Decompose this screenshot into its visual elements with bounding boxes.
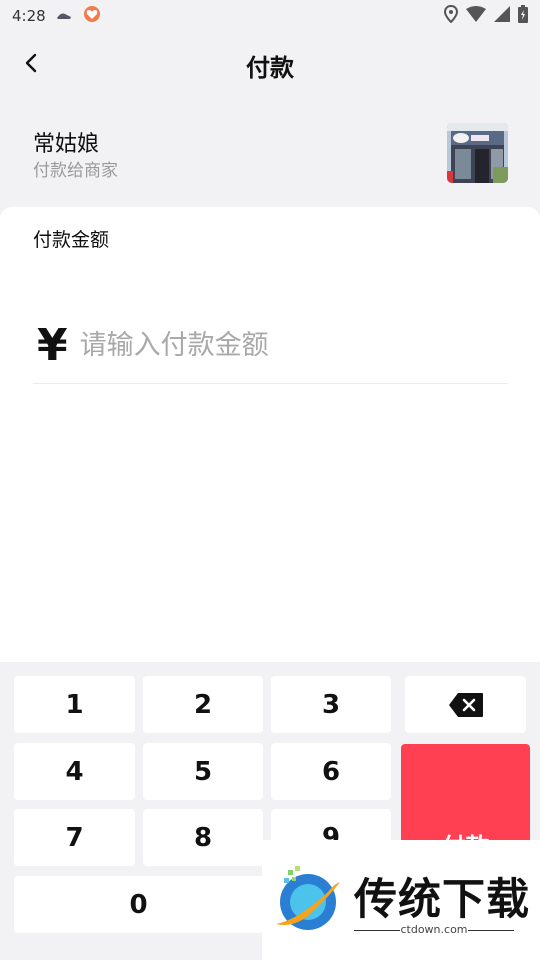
status-bar: 4:28 xyxy=(0,0,540,32)
status-right xyxy=(443,4,528,27)
status-time: 4:28 xyxy=(12,7,46,25)
currency-symbol: ¥ xyxy=(37,319,68,371)
key-3[interactable]: 3 xyxy=(271,676,391,733)
backspace-icon xyxy=(448,692,483,717)
amount-card: 付款金额 ¥ xyxy=(0,207,540,662)
amount-input[interactable] xyxy=(77,328,462,362)
key-4[interactable]: 4 xyxy=(14,743,135,800)
merchant-name: 常姑娘 xyxy=(33,132,100,157)
merchant-subtitle: 付款给商家 xyxy=(33,161,118,181)
key-2[interactable]: 2 xyxy=(143,676,263,733)
status-left: 4:28 xyxy=(12,6,102,26)
watermark-divider-right xyxy=(468,930,514,931)
nav-bar: 付款 xyxy=(0,32,540,98)
merchant-photo xyxy=(447,123,508,183)
heart-app-icon xyxy=(82,6,102,26)
key-0[interactable]: 0 xyxy=(14,876,263,933)
back-arrow-icon xyxy=(25,53,37,73)
amount-label: 付款金额 xyxy=(33,229,110,251)
key-7[interactable]: 7 xyxy=(14,809,135,866)
battery-icon xyxy=(518,5,528,27)
watermark-title: 传统下载 xyxy=(354,875,530,925)
watermark-logo xyxy=(268,862,348,938)
wifi-icon xyxy=(466,6,486,26)
key-5[interactable]: 5 xyxy=(143,743,263,800)
watermark-overlay: 传统下载 ctdown.com xyxy=(262,840,540,960)
backspace-key[interactable] xyxy=(405,676,526,733)
app-notification-icon xyxy=(56,7,72,25)
amount-field[interactable]: ¥ xyxy=(33,307,508,384)
merchant-info: 常姑娘 付款给商家 xyxy=(0,112,540,202)
page-title: 付款 xyxy=(246,53,294,82)
key-1[interactable]: 1 xyxy=(14,676,135,733)
signal-icon xyxy=(494,6,510,26)
location-icon xyxy=(443,4,459,27)
key-8[interactable]: 8 xyxy=(143,809,263,866)
back-button[interactable] xyxy=(14,46,48,80)
key-6[interactable]: 6 xyxy=(271,743,391,800)
